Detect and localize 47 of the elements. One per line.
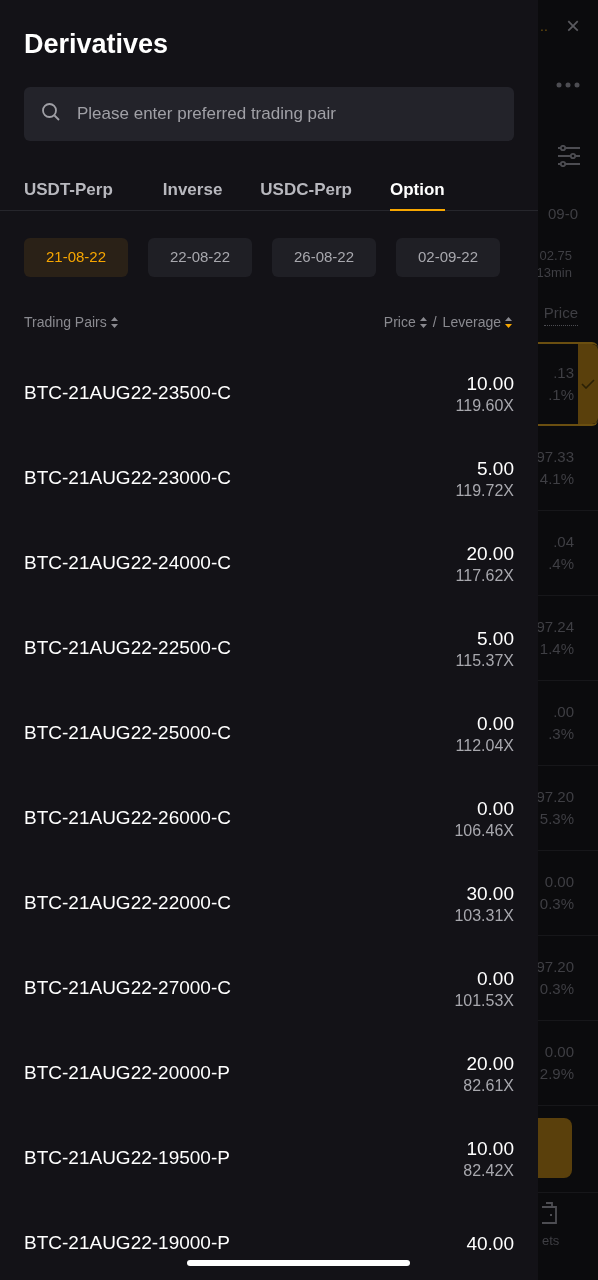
tab-hint: .. — [540, 16, 548, 36]
price-text: 10.00 — [466, 1136, 514, 1161]
search-field[interactable]: Please enter preferred trading pair — [24, 87, 514, 141]
date-chip[interactable]: 26-08-22 — [272, 238, 376, 277]
leverage-text: 106.46X — [454, 820, 514, 841]
leverage-text: 115.37X — [455, 650, 514, 671]
price-text: 10.00 — [466, 371, 514, 396]
leverage-text: 117.62X — [455, 565, 514, 586]
pair-name[interactable]: BTC-21AUG22-25000-C — [24, 719, 231, 748]
pair-name[interactable]: BTC-21AUG22-27000-C — [24, 974, 231, 1003]
leverage-text: 103.31X — [454, 905, 514, 926]
drawer-title: Derivatives — [23, 28, 170, 61]
leverage-text: 119.60X — [455, 395, 514, 416]
price-text: 40.00 — [466, 1231, 514, 1256]
date-chip[interactable]: 02-09-22 — [396, 238, 500, 277]
pair-name[interactable]: BTC-21AUG22-20000-P — [24, 1059, 230, 1088]
tab[interactable]: USDT-Perp — [24, 160, 113, 211]
tab[interactable]: Inverse — [162, 160, 223, 211]
date-chip[interactable]: 22-08-22 — [148, 238, 252, 277]
tab[interactable]: Option — [389, 160, 445, 211]
price-text: 5.00 — [477, 626, 514, 651]
leverage-text: 82.61X — [463, 1075, 514, 1096]
leverage-text: 82.42X — [463, 1160, 514, 1181]
pair-name[interactable]: BTC-21AUG22-26000-C — [24, 804, 231, 833]
leverage-text: 101.53X — [454, 990, 514, 1011]
column-header: Leverage — [442, 312, 501, 332]
price-text: 0.00 — [477, 966, 514, 991]
column-header: Trading Pairs — [24, 312, 107, 332]
price-text: 5.00 — [477, 456, 514, 481]
price-text: 20.00 — [466, 1051, 514, 1076]
price-text: 30.00 — [466, 881, 514, 906]
leverage-text: 112.04X — [455, 735, 514, 756]
price-text: 20.00 — [466, 541, 514, 566]
pair-name[interactable]: BTC-21AUG22-22500-C — [24, 634, 231, 663]
pair-name[interactable]: BTC-21AUG22-22000-C — [24, 889, 231, 918]
pair-name[interactable]: BTC-21AUG22-24000-C — [24, 549, 231, 578]
price-text: 0.00 — [477, 711, 514, 736]
separator-text: / — [432, 312, 437, 332]
pair-name[interactable]: BTC-21AUG22-23500-C — [24, 379, 231, 408]
leverage-text: 119.72X — [455, 480, 514, 501]
date-chip[interactable]: 21-08-22 — [24, 238, 128, 277]
column-header: Price — [383, 312, 416, 332]
pair-name[interactable]: BTC-21AUG22-19000-P — [24, 1229, 230, 1258]
tab[interactable]: USDC-Perp — [260, 160, 352, 211]
pair-name[interactable]: BTC-21AUG22-23000-C — [24, 464, 231, 493]
price-text: 0.00 — [477, 796, 514, 821]
pair-name[interactable]: BTC-21AUG22-19500-P — [24, 1144, 230, 1173]
